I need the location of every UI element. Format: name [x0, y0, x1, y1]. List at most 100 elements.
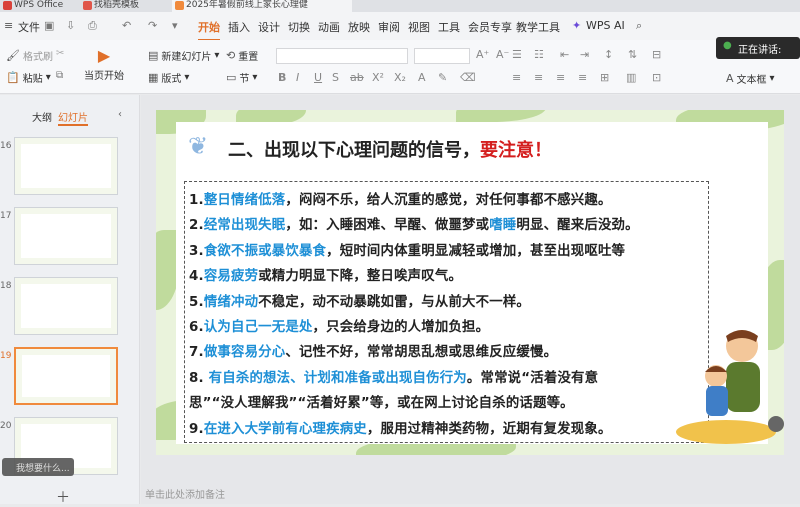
menu-design[interactable]: 设计: [258, 19, 280, 35]
menu-insert[interactable]: 插入: [228, 19, 250, 35]
menu-transition[interactable]: 切换: [288, 19, 310, 35]
font-grow-icon[interactable]: A⁺: [476, 48, 489, 61]
presentation-icon: [175, 1, 184, 10]
font-size-select[interactable]: [414, 48, 470, 64]
signal-line: 3.食欲不振或暴饮暴食，短时间内体重明显减轻或增加，甚至出现呕吐等: [189, 239, 625, 259]
slide-thumbnail-16[interactable]: [14, 137, 118, 195]
layout-icon: ▦: [148, 71, 159, 84]
line-spacing-icon[interactable]: ↕: [604, 48, 613, 61]
section-icon: ▭: [226, 71, 237, 84]
align-text-icon[interactable]: ⊟: [652, 48, 661, 61]
plain-phrase: 7.: [189, 345, 204, 361]
font-color-icon[interactable]: A: [418, 71, 426, 84]
bold-icon[interactable]: B: [278, 71, 286, 84]
menu-file[interactable]: 文件: [18, 19, 40, 35]
notes-area[interactable]: 单击此处添加备注: [141, 486, 800, 504]
highlighted-phrase: 整日情绪低落: [203, 193, 286, 208]
highlighted-phrase: 容易疲劳: [203, 269, 259, 285]
strikethrough-icon[interactable]: ab: [350, 71, 364, 84]
paste-icon: 📋: [6, 71, 20, 84]
print-icon[interactable]: ⎙: [88, 19, 97, 33]
menu-animation[interactable]: 动画: [318, 19, 340, 35]
signal-list-textbox[interactable]: 1.整日情绪低落，闷闷不乐，给人沉重的感觉，对任何事都不感兴趣。 2.经常出现失眠…: [184, 181, 709, 443]
format-painter-icon: 🖌: [6, 49, 20, 62]
slide-thumbnail-19[interactable]: [14, 347, 118, 405]
numbered-list-icon[interactable]: ☷: [534, 48, 544, 61]
plain-phrase: ，如：入睡困难、早醒、做噩梦或: [285, 218, 490, 234]
menu-wps-ai[interactable]: WPS AI: [586, 19, 625, 32]
vertical-align-icon[interactable]: ⊡: [652, 71, 661, 84]
menu-home[interactable]: 开始: [198, 19, 220, 41]
undo-icon[interactable]: ↶: [122, 19, 131, 32]
export-icon[interactable]: ⇩: [66, 19, 75, 32]
font-shrink-icon[interactable]: A⁻: [496, 48, 509, 61]
distribute-icon[interactable]: ⊞: [600, 71, 609, 84]
slide-thumbnail-18[interactable]: [14, 277, 118, 335]
highlighted-phrase: 在进入大学前有心理疾病史: [203, 421, 367, 437]
cut-icon[interactable]: ✂: [56, 48, 64, 59]
more-icon[interactable]: ▾: [172, 19, 178, 32]
slide-thumbnail-17[interactable]: [14, 207, 118, 265]
menu-review[interactable]: 审阅: [378, 19, 400, 35]
menu-bar: ≡ 文件 ▣ ⇩ ⎙ ↶ ↷ ▾ 开始 插入 设计 切换 动画 放映 审阅 视图…: [0, 12, 800, 41]
align-left-icon[interactable]: ≡: [512, 71, 521, 84]
ribbon-toolbar: 🖌 格式刷 ✂ 📋 粘贴 ▾ ⧉ ▶ 当页开始 ▤ 新建幻灯片 ▾ ▦ 版式 ▾…: [0, 40, 800, 94]
bullet-list-icon[interactable]: ☰: [512, 48, 522, 61]
tab-slides[interactable]: 幻灯片: [58, 109, 88, 126]
menu-member[interactable]: 会员专享: [468, 19, 512, 35]
italic-icon[interactable]: I: [296, 71, 299, 84]
plain-phrase: 8.: [189, 370, 209, 386]
plain-phrase: 明显、醒来后没劲。: [516, 218, 639, 234]
tab-outline[interactable]: 大纲: [32, 109, 52, 124]
decrease-indent-icon[interactable]: ⇤: [560, 48, 569, 61]
search-assistant[interactable]: 我想要什么...: [2, 458, 74, 476]
menu-icon[interactable]: ≡: [4, 19, 13, 32]
paste-button[interactable]: 📋 粘贴 ▾: [6, 70, 51, 85]
justify-icon[interactable]: ≡: [578, 71, 587, 84]
slide-canvas[interactable]: ❦ 二、出现以下心理问题的信号，要注意！ 1.整日情绪低落，闷闷不乐，给人沉重的…: [156, 110, 784, 455]
start-from-current-button[interactable]: ▶ 当页开始: [84, 46, 124, 82]
layout-button[interactable]: ▦ 版式 ▾: [148, 70, 189, 85]
text-direction-icon[interactable]: ⇅: [628, 48, 637, 61]
signal-line: 1.整日情绪低落，闷闷不乐，给人沉重的感觉，对任何事都不感兴趣。: [189, 188, 612, 208]
highlight-icon[interactable]: ✎: [438, 71, 447, 84]
redo-icon[interactable]: ↷: [148, 19, 157, 32]
menu-teaching[interactable]: 教学工具: [516, 19, 560, 35]
new-slide-button[interactable]: ▤ 新建幻灯片 ▾: [148, 48, 219, 63]
plain-phrase: 4.: [189, 269, 204, 285]
align-right-icon[interactable]: ≡: [556, 71, 565, 84]
slide-heading[interactable]: 二、出现以下心理问题的信号，要注意！: [228, 136, 552, 162]
font-family-select[interactable]: [276, 48, 408, 64]
menu-slideshow[interactable]: 放映: [348, 19, 370, 35]
align-center-icon[interactable]: ≡: [534, 71, 543, 84]
signal-line: 5.情绪冲动不稳定，动不动暴跳如雷，与从前大不一样。: [189, 290, 530, 310]
tab-document[interactable]: 2025年暑假前线上家长心理健: [172, 0, 352, 12]
menu-tools[interactable]: 工具: [438, 19, 460, 35]
content-card: ❦ 二、出现以下心理问题的信号，要注意！ 1.整日情绪低落，闷闷不乐，给人沉重的…: [176, 122, 784, 444]
plain-phrase: 不稳定，动不动暴跳如雷，与从前大不一样。: [258, 294, 530, 310]
increase-indent-icon[interactable]: ⇥: [580, 48, 589, 61]
format-painter-button[interactable]: 🖌 格式刷: [6, 48, 53, 63]
reset-button[interactable]: ⟲ 重置: [226, 48, 258, 63]
microphone-icon: ●: [723, 40, 732, 51]
collapse-panel-icon[interactable]: ‹: [118, 109, 122, 120]
butterfly-icon: ❦: [188, 132, 209, 160]
tab-template[interactable]: 找稻壳模板: [80, 0, 168, 12]
underline-icon[interactable]: U: [314, 71, 322, 84]
title-bar: WPS Office 找稻壳模板 2025年暑假前线上家长心理健: [0, 0, 800, 12]
add-slide-icon[interactable]: ＋: [56, 487, 70, 507]
signal-line: 6.认为自己一无是处，只会给身边的人增加负担。: [189, 315, 489, 335]
subscript-icon[interactable]: X₂: [394, 71, 406, 84]
search-icon[interactable]: ⌕: [636, 19, 642, 33]
columns-icon[interactable]: ▥: [626, 71, 636, 84]
save-icon[interactable]: ▣: [44, 19, 54, 32]
child-body: [706, 386, 728, 416]
copy-icon[interactable]: ⧉: [56, 70, 63, 81]
tab-wps-office[interactable]: WPS Office: [0, 0, 80, 12]
textbox-button[interactable]: A 文本框 ▾: [726, 71, 775, 86]
section-button[interactable]: ▭ 节 ▾: [226, 70, 257, 85]
clear-format-icon[interactable]: ⌫: [460, 71, 476, 84]
shadow-icon[interactable]: S: [332, 71, 339, 84]
menu-view[interactable]: 视图: [408, 19, 430, 35]
superscript-icon[interactable]: X²: [372, 71, 384, 84]
